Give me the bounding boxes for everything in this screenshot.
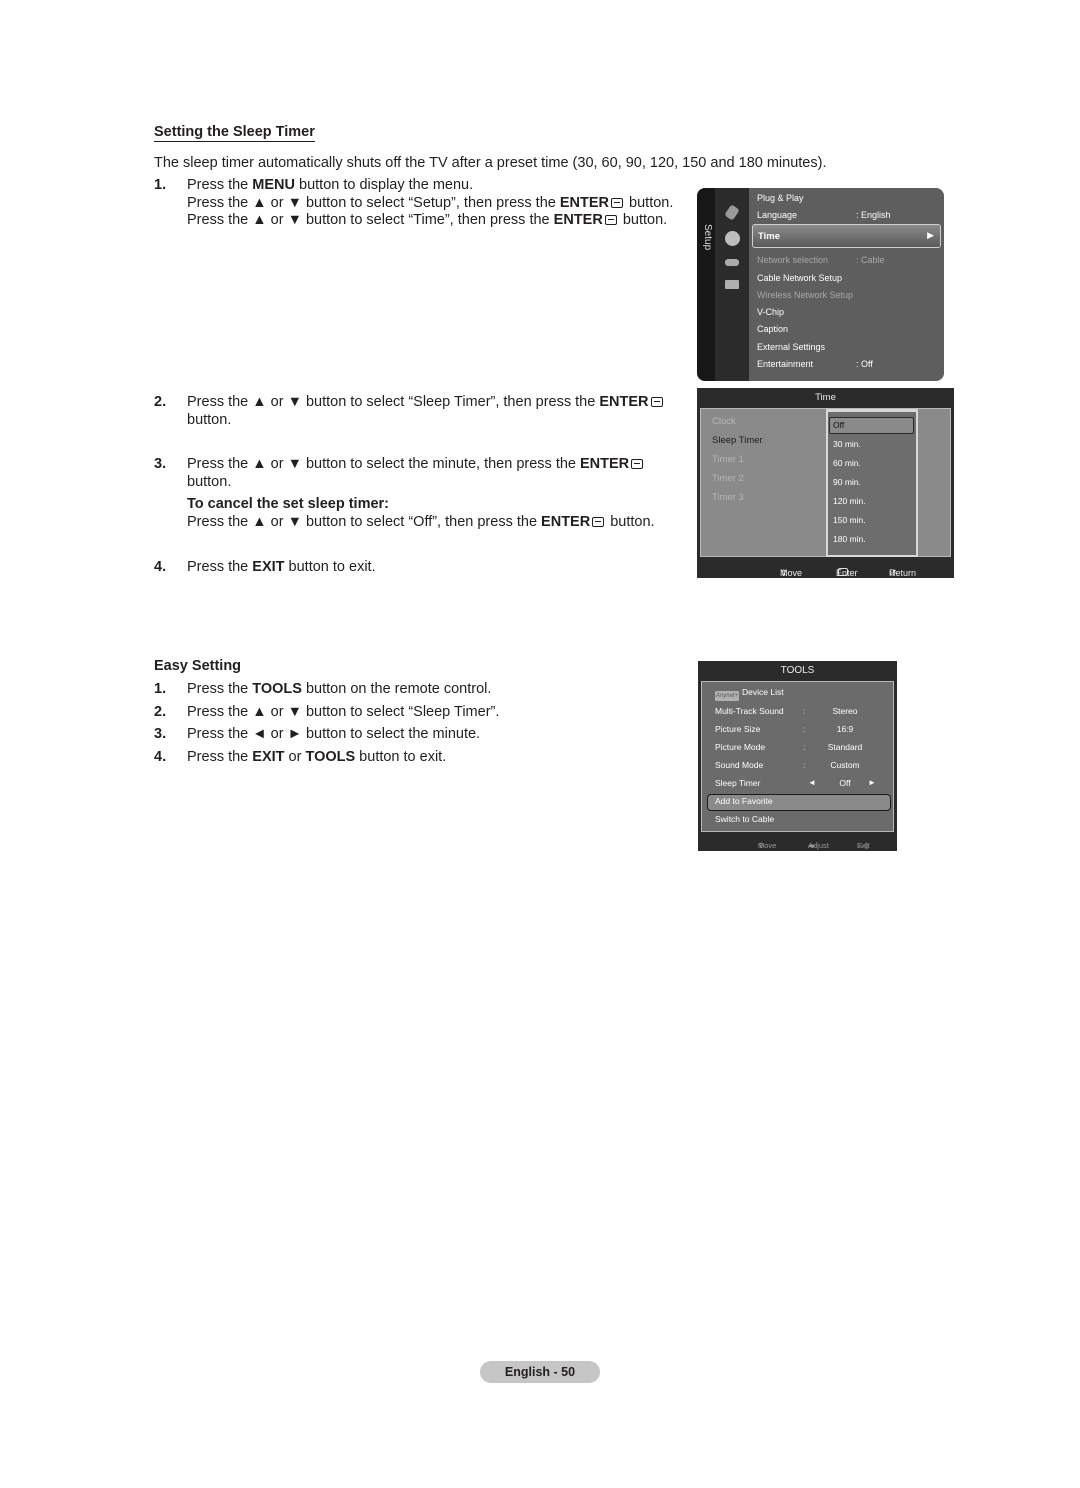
step-number: 2.	[154, 394, 167, 410]
tools-row-device-list[interactable]: Anynet+ Device List	[715, 687, 784, 701]
step-line: button.	[187, 473, 232, 490]
rail-label: Setup	[702, 224, 713, 251]
step-line: Press the MENU button to display the men…	[187, 177, 474, 193]
sleep-timer-value: Off	[839, 778, 851, 788]
tools-menu-footer: ⇕ Move ◂▸ Adjust →▯ Exit	[758, 841, 870, 850]
step-number: 1.	[154, 681, 167, 697]
enter-icon	[611, 197, 624, 208]
enter-icon	[592, 516, 605, 527]
enter-icon	[650, 397, 663, 407]
picture-size-value: 16:9	[836, 724, 854, 734]
step-line: Press the ▲ or ▼ button to select “Sleep…	[187, 394, 665, 412]
picture-mode-value: Standard	[827, 742, 863, 752]
section-heading-sleep-timer: Setting the Sleep Timer	[154, 124, 315, 142]
dropdown-option-150[interactable]: 150 min.	[833, 515, 866, 525]
multi-track-sound-value: Stereo	[832, 706, 858, 716]
menu-item-language[interactable]: Language	[757, 210, 797, 220]
time-item-timer-1[interactable]: Timer 1	[712, 454, 744, 465]
intro-paragraph: The sleep timer automatically shuts off …	[154, 155, 827, 171]
language-value: : English	[856, 210, 891, 220]
setup-menu-screenshot: Setup Plug & Play Language : English Tim…	[697, 188, 944, 381]
menu-item-caption[interactable]: Caption	[757, 324, 788, 334]
menu-item-plug-play[interactable]: Plug & Play	[757, 193, 804, 203]
page-number-badge: English - 50	[480, 1361, 600, 1383]
setup-gear-icon	[725, 231, 740, 246]
entertainment-value: : Off	[856, 359, 873, 369]
tools-row-picture-size[interactable]: Picture Size	[715, 724, 760, 734]
dropdown-option-off[interactable]: Off	[833, 420, 844, 430]
step-number: 1.	[154, 177, 167, 193]
step-line: Press the EXIT button to exit.	[187, 559, 376, 575]
dropdown-option-120[interactable]: 120 min.	[833, 496, 866, 506]
sleep-timer-dropdown[interactable]: Off 30 min. 60 min. 90 min. 120 min. 150…	[826, 409, 918, 557]
tools-row-sound-mode[interactable]: Sound Mode	[715, 760, 763, 770]
menu-item-external-settings[interactable]: External Settings	[757, 342, 825, 352]
step-number: 4.	[154, 749, 167, 765]
enter-icon	[604, 215, 617, 225]
enter-icon	[631, 459, 644, 469]
arrow-right-icon: ▶	[927, 230, 934, 240]
section-heading-easy-setting: Easy Setting	[154, 658, 242, 674]
time-menu-title: Time	[815, 392, 836, 403]
tools-menu-screenshot: TOOLS Anynet+ Device List Multi-Track Sou…	[698, 661, 897, 851]
arrow-right-icon[interactable]: ►	[868, 778, 876, 787]
menu-item-network-selection[interactable]: Network selection	[757, 255, 828, 265]
sound-mode-value: Custom	[830, 760, 860, 770]
cancel-heading: To cancel the set sleep timer:	[187, 496, 389, 512]
network-selection-value: : Cable	[856, 255, 885, 265]
tools-row-sleep-timer-label: Sleep Timer	[715, 778, 761, 788]
menu-item-time-selected[interactable]: Time ▶	[752, 224, 941, 248]
step-line: Press the ▲ or ▼ button to select “Setup…	[187, 194, 674, 211]
time-item-timer-2[interactable]: Timer 2	[712, 473, 744, 484]
tools-row-switch-to-cable[interactable]: Switch to Cable	[715, 814, 774, 824]
menu-rail	[697, 188, 715, 381]
step-number: 2.	[154, 704, 167, 720]
support-icon	[725, 259, 739, 266]
anynet-logo-icon: Anynet+	[715, 691, 739, 701]
menu-item-entertainment[interactable]: Entertainment	[757, 359, 813, 369]
dropdown-option-30[interactable]: 30 min.	[833, 439, 861, 449]
step-number: 3.	[154, 726, 167, 742]
dropdown-option-180[interactable]: 180 min.	[833, 534, 866, 544]
time-item-timer-3[interactable]: Timer 3	[712, 492, 744, 503]
arrow-left-icon[interactable]: ◄	[808, 778, 816, 787]
tools-row-add-to-favorite[interactable]: Add to Favorite	[715, 796, 773, 806]
menu-item-cable-network-setup[interactable]: Cable Network Setup	[757, 273, 842, 283]
time-menu-footer: ⇕ Move Enter ↺ Return	[780, 568, 917, 578]
tools-row-multi-track-sound[interactable]: Multi-Track Sound	[715, 706, 784, 716]
step-number: 4.	[154, 559, 167, 575]
tools-menu-body: Anynet+ Device List Multi-Track Sound : S…	[701, 681, 894, 832]
time-menu-screenshot: Time Clock Sleep Timer Timer 1 Timer 2 T…	[697, 388, 954, 578]
tools-row-picture-mode[interactable]: Picture Mode	[715, 742, 765, 752]
step-line: Press the ▲ or ▼ button to select the mi…	[187, 456, 655, 474]
menu-item-v-chip[interactable]: V-Chip	[757, 307, 784, 317]
time-item-clock[interactable]: Clock	[712, 416, 736, 427]
application-icon	[725, 280, 739, 289]
dropdown-option-90[interactable]: 90 min.	[833, 477, 861, 487]
menu-item-wireless-network-setup[interactable]: Wireless Network Setup	[757, 290, 853, 300]
step-number: 3.	[154, 456, 167, 472]
time-item-sleep-timer[interactable]: Sleep Timer	[712, 435, 763, 446]
cancel-text: Press the ▲ or ▼ button to select “Off”,…	[187, 513, 655, 530]
step-line: Press the ▲ or ▼ button to select “Time”…	[187, 212, 668, 228]
step-line: button.	[187, 411, 232, 428]
dropdown-option-60[interactable]: 60 min.	[833, 458, 861, 468]
tools-menu-title: TOOLS	[780, 665, 815, 676]
